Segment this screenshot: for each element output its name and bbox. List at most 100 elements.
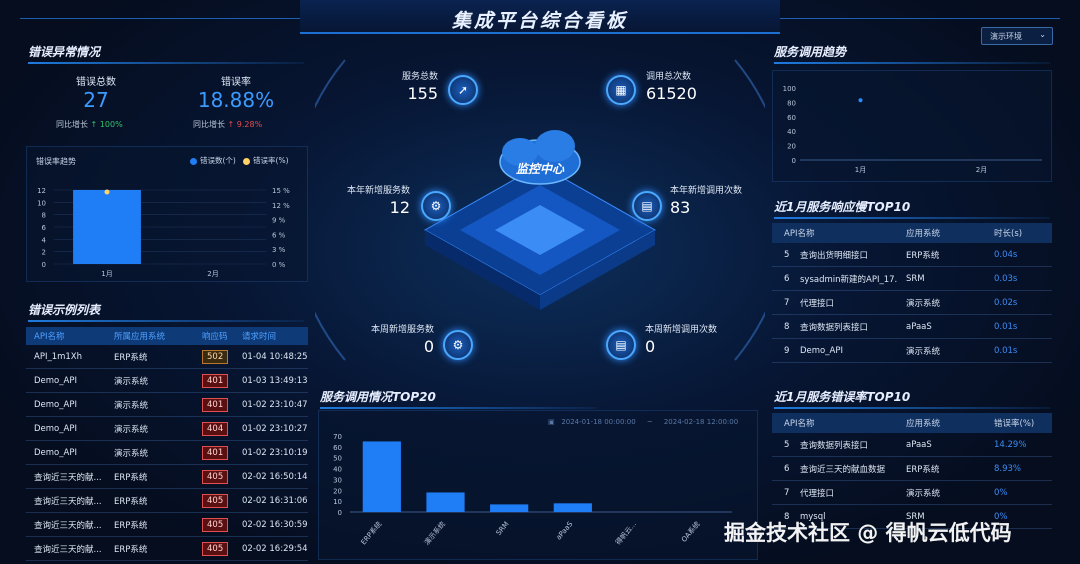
code-cell: 405 xyxy=(194,493,234,508)
env-select[interactable]: 演示环境 ⌄ xyxy=(981,27,1053,45)
system-cell: ERP系统 xyxy=(114,352,148,363)
api-cell: 查询近三天的献... xyxy=(34,496,102,507)
code-cell: 502 xyxy=(194,349,234,364)
trend-chart: 0 20 40 60 80 100 1月 2月 xyxy=(783,85,1042,174)
api-cell: Demo_API xyxy=(34,447,77,458)
y2-tick-label: 6 % xyxy=(272,231,286,239)
api-cell: 查询数据列表接口 xyxy=(800,440,869,451)
time-cell: 01-02 23:10:47 xyxy=(242,399,308,410)
y-tick-label: 8 xyxy=(42,212,46,220)
date-range-picker[interactable]: ▣ 2024-01-18 00:00:00 ~ 2024-02-18 12:00… xyxy=(548,418,738,426)
y2-tick-label: 9 % xyxy=(272,217,286,225)
gears-icon: ⚙ xyxy=(421,191,451,221)
arrow-up-icon: ↑ xyxy=(227,120,235,129)
x-tick-label: ERP系统 xyxy=(359,520,384,547)
table-row: 查询近三天的献... ERP系统 405 02-02 16:29:54 xyxy=(26,537,308,561)
system-cell: aPaaS xyxy=(906,439,932,450)
code-cell: 405 xyxy=(194,541,234,556)
gears-icon: ⚙ xyxy=(443,330,473,360)
col-system: 应用系统 xyxy=(906,419,941,429)
system-cell: 演示系统 xyxy=(114,448,149,459)
api-cell: 查询近三天的献血数据 xyxy=(800,464,886,475)
status-code-badge: 405 xyxy=(202,493,229,508)
rank-cell: 9 xyxy=(784,345,790,356)
error-legend: 错误数(个) 错误率(%) xyxy=(190,155,289,166)
kpi-week-new-service: 本周新增服务数 0 xyxy=(362,322,434,356)
rocket-icon: ➚ xyxy=(448,75,478,105)
time-cell: 01-04 10:48:25 xyxy=(242,351,308,362)
table-row: Demo_API 演示系统 401 01-02 23:10:19 xyxy=(26,441,308,465)
y-tick-label: 50 xyxy=(333,455,342,463)
system-cell: aPaaS xyxy=(906,321,932,332)
status-code-badge: 405 xyxy=(202,517,229,532)
kpi-label: 本年新增服务数 xyxy=(346,186,410,196)
time-cell: 02-02 16:50:14 xyxy=(242,471,308,482)
y-tick-label: 0 xyxy=(792,157,796,165)
system-cell: ERP系统 xyxy=(114,544,148,555)
table-body: API_1m1Xh ERP系统 502 01-04 10:48:25 Demo_API 演… xyxy=(26,345,308,561)
kpi-week-new-call: 本周新增调用次数 0 xyxy=(645,322,717,356)
table-row: API_1m1Xh ERP系统 502 01-04 10:48:25 xyxy=(26,345,308,369)
status-code-badge: 502 xyxy=(202,349,229,364)
status-code-badge: 405 xyxy=(202,541,229,556)
value-cell: 0.02s xyxy=(994,297,1018,308)
rank-cell: 5 xyxy=(784,249,790,260)
kpi-year-new-service: 本年新增服务数 12 xyxy=(340,183,410,217)
legend-rate: 错误率(%) xyxy=(253,156,289,165)
yoy-label: 同比增长 xyxy=(56,120,88,129)
error-bar xyxy=(73,190,141,264)
code-cell: 405 xyxy=(194,517,234,532)
legend-bar-icon xyxy=(190,157,197,165)
status-code-badge: 401 xyxy=(202,373,229,388)
value-cell: 0% xyxy=(994,487,1008,498)
slow-title: 近1月服务响应慢TOP10 xyxy=(774,200,1051,219)
table-row: 7 代理接口 演示系统 0% xyxy=(772,481,1052,505)
api-cell: 代理接口 xyxy=(800,488,835,499)
time-cell: 01-02 23:10:19 xyxy=(242,447,308,458)
table-row: Demo_API 演示系统 404 01-02 23:10:27 xyxy=(26,417,308,441)
col-api: API名称 xyxy=(784,229,815,239)
api-cell: 查询近三天的献... xyxy=(34,544,102,555)
error-examples-table: API名称 所属应用系统 响应码 请求时间 API_1m1Xh ERP系统 502 0… xyxy=(26,327,308,561)
table-header: API名称 应用系统 错误率(%) xyxy=(772,413,1052,433)
system-cell: ERP系统 xyxy=(114,520,148,531)
table-row: 查询近三天的献... ERP系统 405 02-02 16:31:06 xyxy=(26,489,308,513)
chevron-down-icon: ⌄ xyxy=(1039,30,1046,39)
kpi-label: 调用总次数 xyxy=(646,72,692,82)
calendar-icon: ▣ xyxy=(548,418,555,426)
y2-tick-label: 3 % xyxy=(272,246,286,254)
status-code-badge: 404 xyxy=(202,421,229,436)
rank-cell: 7 xyxy=(784,487,790,498)
kpi-call-total: 调用总次数 61520 xyxy=(646,69,697,103)
col-code: 响应码 xyxy=(202,332,228,342)
table-row: Demo_API 演示系统 401 01-03 13:49:13 xyxy=(26,369,308,393)
code-cell: 401 xyxy=(194,397,234,412)
kpi-label: 本年新增调用次数 xyxy=(670,186,743,196)
system-cell: 演示系统 xyxy=(114,400,149,411)
y-tick-label: 60 xyxy=(333,444,342,452)
col-api: API名称 xyxy=(34,332,65,342)
table-header: API名称 所属应用系统 响应码 请求时间 xyxy=(26,327,308,345)
value-cell: 0.03s xyxy=(994,273,1018,284)
kpi-value: 0 xyxy=(645,337,656,356)
rank-cell: 6 xyxy=(784,273,790,284)
system-cell: ERP系统 xyxy=(114,496,148,507)
rank-cell: 6 xyxy=(784,463,790,474)
error-total-label: 错误总数 xyxy=(76,77,116,88)
api-cell: sysadmin新建的API_17... xyxy=(800,274,898,285)
error-trend-title: 错误率趋势 xyxy=(36,157,76,166)
table-row: 7 代理接口 演示系统 0.02s xyxy=(772,291,1052,315)
x-tick-label: 2月 xyxy=(976,166,987,174)
monitor-center-label: 监控中心 xyxy=(515,162,564,176)
y-tick-label: 40 xyxy=(333,466,342,474)
code-cell: 405 xyxy=(194,469,234,484)
trend-title: 服务调用趋势 xyxy=(774,45,1051,64)
y-tick-label: 100 xyxy=(783,85,796,93)
error-rate-yoy: 同比增长 ↑ 9.28% xyxy=(193,119,262,130)
top20-bar xyxy=(362,441,401,512)
kpi-label: 本周新增调用次数 xyxy=(645,325,718,335)
server-icon: ▤ xyxy=(632,191,662,221)
system-cell: ERP系统 xyxy=(906,464,940,475)
top20-bar xyxy=(553,503,592,512)
y-tick-label: 2 xyxy=(42,249,46,257)
